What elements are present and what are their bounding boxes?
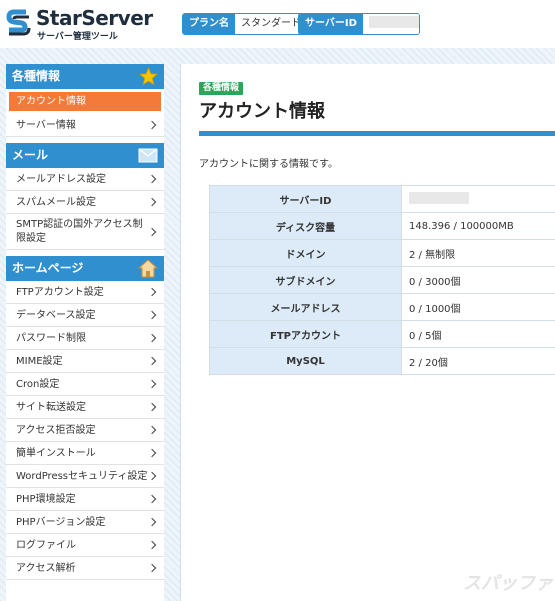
- sidebar-item-server-info[interactable]: サーバー情報: [6, 114, 164, 137]
- row-value: 2 / 20個: [401, 347, 555, 375]
- page-description: アカウントに関する情報です。: [199, 159, 338, 170]
- logo-subtitle: サーバー管理ツール: [37, 32, 118, 42]
- row-label: ドメイン: [209, 239, 402, 267]
- row-value: 148.396 / 100000MB: [401, 212, 555, 240]
- star-icon: [139, 67, 158, 86]
- chevron-right-icon: [147, 197, 157, 207]
- sidebar-section-info: 各種情報: [6, 64, 164, 89]
- plan-value: スタンダード: [235, 14, 307, 34]
- plan-indicator: プラン名 スタンダード: [182, 13, 308, 35]
- table-row: サブドメイン 0 / 3000個: [209, 266, 555, 294]
- sidebar-item-access-deny[interactable]: アクセス拒否設定: [6, 419, 164, 442]
- house-icon: [138, 259, 158, 278]
- row-value: 0 / 3000個: [401, 266, 555, 294]
- chevron-right-icon: [147, 448, 157, 458]
- sidebar-section-homepage: ホームページ: [6, 256, 164, 281]
- table-row: ドメイン 2 / 無制限: [209, 239, 555, 267]
- chevron-right-icon: [147, 333, 157, 343]
- table-row: サーバーID: [209, 185, 555, 213]
- starserver-logo-icon: [6, 9, 31, 36]
- sidebar-item-php-version[interactable]: PHPバージョン設定: [6, 511, 164, 534]
- sidebar-section-title: メール: [12, 148, 49, 162]
- row-value: [401, 185, 555, 213]
- sidebar-section-title: 各種情報: [12, 69, 61, 83]
- masked-value: [368, 16, 419, 28]
- sidebar-item-log-file[interactable]: ログファイル: [6, 534, 164, 557]
- chevron-right-icon: [147, 174, 157, 184]
- row-label: サーバーID: [209, 185, 402, 213]
- chevron-right-icon: [147, 310, 157, 320]
- sidebar-item-account-info[interactable]: アカウント情報: [9, 92, 161, 111]
- sidebar-item-access-analytics[interactable]: アクセス解析: [6, 557, 164, 580]
- sidebar-item-spam-mail[interactable]: スパムメール設定: [6, 191, 164, 214]
- masked-value: [409, 191, 469, 204]
- chevron-right-icon: [147, 540, 157, 550]
- table-row: メールアドレス 0 / 1000個: [209, 293, 555, 321]
- logo[interactable]: StarServer サーバー管理ツール: [6, 6, 166, 42]
- row-value: 2 / 無制限: [401, 239, 555, 267]
- header: StarServer サーバー管理ツール プラン名 スタンダード サーバーID: [0, 0, 555, 48]
- sidebar-item-site-redirect[interactable]: サイト転送設定: [6, 396, 164, 419]
- row-value: 0 / 5個: [401, 320, 555, 348]
- chevron-right-icon: [147, 471, 157, 481]
- sidebar-item-php-env[interactable]: PHP環境設定: [6, 488, 164, 511]
- row-label: FTPアカウント: [209, 320, 402, 348]
- envelope-icon: [138, 148, 158, 163]
- logo-title: StarServer: [36, 6, 153, 30]
- sidebar-item-ftp-account[interactable]: FTPアカウント設定: [6, 281, 164, 304]
- sidebar-item-mail-address[interactable]: メールアドレス設定: [6, 168, 164, 191]
- table-row: MySQL 2 / 20個: [209, 347, 555, 375]
- sidebar-item-easy-install[interactable]: 簡単インストール: [6, 442, 164, 465]
- chevron-right-icon: [147, 517, 157, 527]
- row-value: 0 / 1000個: [401, 293, 555, 321]
- sidebar-item-smtp-restriction[interactable]: SMTP認証の国外アクセス制限設定: [6, 214, 164, 250]
- chevron-right-icon: [147, 494, 157, 504]
- sidebar-item-mime[interactable]: MIME設定: [6, 350, 164, 373]
- sidebar-section-title: ホームページ: [12, 261, 84, 275]
- sidebar-section-mail: メール: [6, 143, 164, 168]
- row-label: MySQL: [209, 347, 402, 375]
- row-label: サブドメイン: [209, 266, 402, 294]
- watermark: スパッファ: [463, 573, 553, 594]
- sidebar-item-database[interactable]: データベース設定: [6, 304, 164, 327]
- chevron-right-icon: [147, 402, 157, 412]
- chevron-right-icon: [147, 356, 157, 366]
- chevron-right-icon: [147, 563, 157, 573]
- chevron-right-icon: [147, 287, 157, 297]
- title-underline: [199, 131, 555, 136]
- category-badge: 各種情報: [199, 82, 244, 95]
- row-label: メールアドレス: [209, 293, 402, 321]
- account-info-table: サーバーID ディスク容量 148.396 / 100000MB ドメイン 2 …: [209, 185, 555, 375]
- sidebar-item-cron[interactable]: Cron設定: [6, 373, 164, 396]
- server-id-value: [362, 14, 419, 34]
- sidebar: 各種情報 アカウント情報 サーバー情報 メール メールアドレス設定 スパムメール…: [6, 64, 164, 601]
- chevron-right-icon: [147, 425, 157, 435]
- sidebar-item-password-restriction[interactable]: パスワード制限: [6, 327, 164, 350]
- row-label: ディスク容量: [209, 212, 402, 240]
- page-title: アカウント情報: [199, 101, 325, 122]
- server-id-indicator: サーバーID: [298, 13, 420, 35]
- main-content: 各種情報 アカウント情報 アカウントに関する情報です。 サーバーID ディスク容…: [180, 64, 555, 601]
- sidebar-item-wordpress-security[interactable]: WordPressセキュリティ設定: [6, 465, 164, 488]
- chevron-right-icon: [147, 120, 157, 130]
- chevron-right-icon: [147, 227, 157, 236]
- plan-label: プラン名: [183, 14, 235, 34]
- table-row: FTPアカウント 0 / 5個: [209, 320, 555, 348]
- chevron-right-icon: [147, 379, 157, 389]
- server-id-label: サーバーID: [299, 14, 363, 34]
- table-row: ディスク容量 148.396 / 100000MB: [209, 212, 555, 240]
